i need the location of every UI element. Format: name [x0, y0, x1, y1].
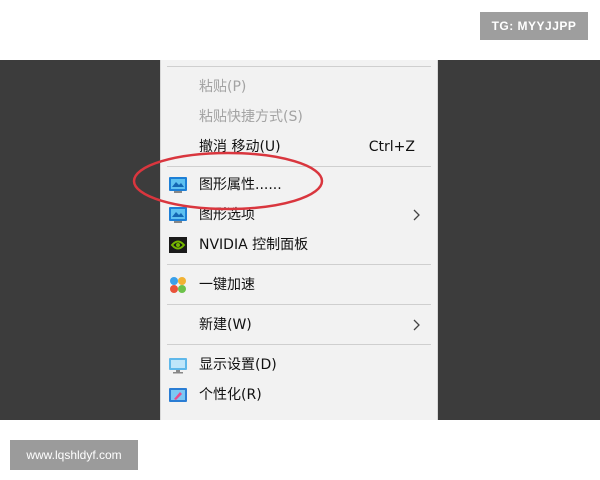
menu-item-label: 粘贴(P) [199, 79, 247, 95]
personalize-icon [169, 388, 187, 402]
chevron-right-icon [413, 319, 420, 331]
menu-separator [167, 166, 431, 167]
menu-item-display-settings[interactable]: 显示设置(D) [161, 350, 437, 380]
menu-item-new[interactable]: 新建(W) [161, 310, 437, 340]
menu-item-label: 显示设置(D) [199, 357, 277, 373]
menu-item-label: 图形属性...... [199, 177, 282, 193]
graphics-properties-icon [169, 177, 187, 193]
watermark-badge: TG: MYYJJPP [480, 12, 588, 40]
watermark-url: www.lqshldyf.com [10, 440, 138, 470]
menu-item-paste-shortcut[interactable]: 粘贴快捷方式(S) [161, 102, 437, 132]
menu-separator [167, 66, 431, 67]
menu-item-personalize[interactable]: 个性化(R) [161, 380, 437, 410]
menu-item-label: 粘贴快捷方式(S) [199, 109, 303, 125]
graphics-options-icon [169, 207, 187, 223]
menu-item-label: 新建(W) [199, 317, 252, 333]
speed-up-icon [170, 277, 186, 293]
menu-separator [167, 264, 431, 265]
menu-item-one-click-speedup[interactable]: 一键加速 [161, 270, 437, 300]
menu-item-undo-move[interactable]: 撤消 移动(U) Ctrl+Z [161, 132, 437, 162]
menu-item-nvidia-control-panel[interactable]: NVIDIA 控制面板 [161, 230, 437, 260]
menu-item-graphics-options[interactable]: 图形选项 [161, 200, 437, 230]
menu-item-label: 一键加速 [199, 277, 255, 293]
nvidia-icon [169, 237, 187, 253]
menu-item-label: 个性化(R) [199, 387, 262, 403]
menu-separator [167, 344, 431, 345]
menu-item-label: 撤消 移动(U) [199, 139, 281, 155]
menu-item-shortcut: Ctrl+Z [368, 139, 415, 155]
chevron-right-icon [413, 209, 420, 221]
menu-item-graphics-properties[interactable]: 图形属性...... [161, 170, 437, 200]
menu-item-label: 图形选项 [199, 207, 255, 223]
desktop-context-menu: 粘贴(P) 粘贴快捷方式(S) 撤消 移动(U) Ctrl+Z 图形属性....… [161, 60, 437, 420]
display-settings-icon [169, 358, 187, 374]
menu-separator [167, 304, 431, 305]
menu-item-label: NVIDIA 控制面板 [199, 237, 309, 253]
menu-item-paste[interactable]: 粘贴(P) [161, 72, 437, 102]
